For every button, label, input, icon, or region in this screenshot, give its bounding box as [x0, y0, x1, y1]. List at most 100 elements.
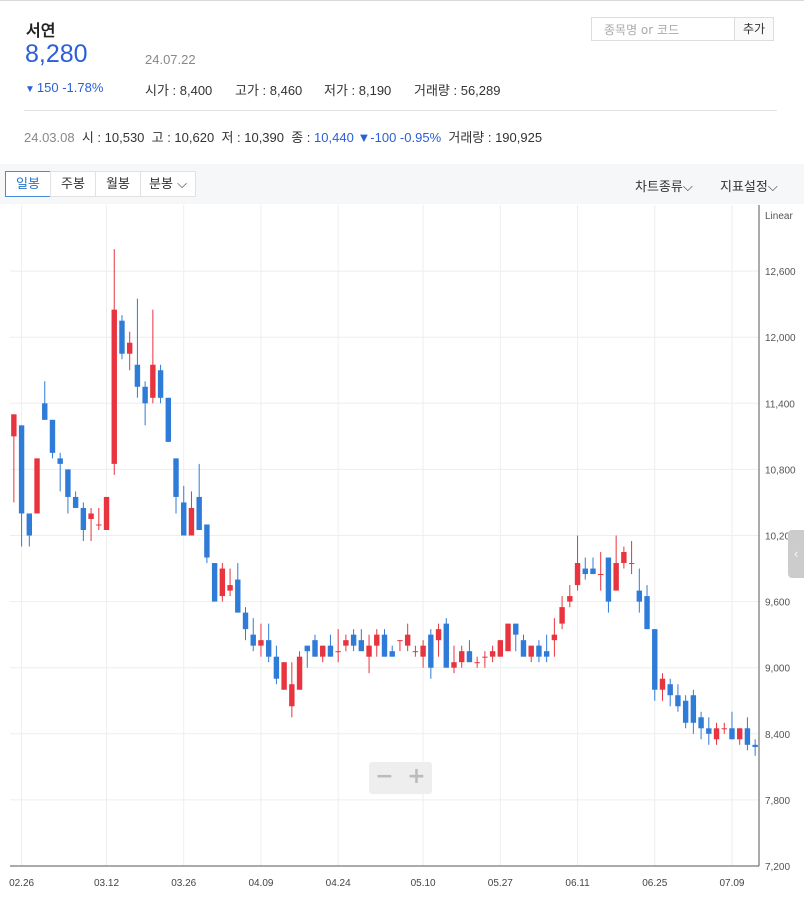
- tab-monthly[interactable]: 월봉: [95, 171, 141, 197]
- candle-body: [536, 645, 542, 657]
- candle-body: [628, 563, 635, 565]
- chart-toolbar: 일봉 주봉 월봉 분봉 ⌵ 차트종류⌵ 지표설정⌵: [0, 164, 804, 204]
- candle-body: [644, 596, 650, 630]
- zoom-in-button[interactable]: +: [401, 764, 432, 789]
- high-price: 고가 : 8,460: [235, 83, 303, 98]
- candle-body: [698, 717, 704, 729]
- y-tick-label: 11,400: [765, 399, 795, 410]
- candle-body: [57, 458, 63, 464]
- add-button[interactable]: 추가: [734, 17, 774, 41]
- stock-name: 서연: [26, 21, 56, 40]
- hover-close: 10,440: [314, 130, 354, 145]
- y-tick-label: 7,200: [765, 862, 790, 873]
- candle-body: [188, 507, 195, 536]
- hover-date: 24.03.08: [24, 130, 75, 145]
- candle-body: [605, 557, 612, 602]
- price-change: ▼ 150 -1.78%: [25, 80, 103, 95]
- y-tick-label: 7,800: [765, 796, 790, 807]
- y-tick-label: 10,800: [765, 465, 796, 476]
- candle-body: [474, 662, 480, 664]
- candle-body: [574, 563, 581, 586]
- search-input[interactable]: 종목명 or 코드: [591, 17, 735, 41]
- candle-body: [304, 645, 310, 652]
- hover-high: 고 : 10,620: [151, 130, 215, 145]
- zoom-out-button[interactable]: −: [369, 764, 400, 789]
- candle-body: [513, 623, 519, 635]
- hover-low: 저 : 10,390: [221, 130, 284, 145]
- candle-body: [443, 623, 449, 668]
- side-panel-toggle[interactable]: ‹: [788, 530, 804, 578]
- indicator-menu[interactable]: 지표설정⌵: [720, 176, 778, 195]
- chart-type-menu[interactable]: 차트종류⌵: [635, 176, 693, 195]
- candle-body: [451, 662, 457, 668]
- candle-body: [652, 629, 658, 690]
- candle-body: [706, 728, 712, 734]
- candle-body: [258, 640, 264, 646]
- hover-open: 시 : 10,530: [81, 130, 145, 145]
- candle-body: [204, 524, 210, 558]
- candle-body: [621, 552, 627, 564]
- candle-body: [242, 612, 249, 630]
- x-tick-label: 05.10: [411, 878, 436, 889]
- candle-body: [482, 656, 488, 658]
- hover-volume: 거래량 : 190,925: [448, 130, 543, 145]
- candle-body: [675, 695, 681, 707]
- tab-daily[interactable]: 일봉: [5, 171, 51, 197]
- y-tick-label: 9,000: [765, 664, 790, 675]
- candle-body: [103, 496, 110, 530]
- hover-candle-info: 24.03.08 시 : 10,530 고 : 10,620 저 : 10,39…: [24, 127, 542, 146]
- candle-body: [119, 320, 125, 354]
- candle-body: [111, 309, 117, 464]
- y-tick-label: 8,400: [765, 730, 790, 741]
- candle-body: [34, 458, 40, 514]
- x-tick-label: 04.09: [248, 878, 273, 889]
- candle-body: [412, 651, 419, 653]
- price-change-value: 150 -1.78%: [36, 80, 104, 95]
- candle-body: [381, 634, 388, 657]
- candle-body: [551, 634, 558, 641]
- chevron-down-icon: ⌵: [682, 180, 693, 195]
- chevron-down-icon: ⌵: [767, 180, 778, 195]
- candle-body: [374, 634, 380, 646]
- tab-weekly[interactable]: 주봉: [50, 171, 96, 197]
- price-date: 24.07.22: [145, 52, 196, 67]
- candle-body: [559, 607, 565, 624]
- candle-body: [250, 634, 256, 646]
- candle-body: [211, 563, 218, 602]
- candle-body: [80, 507, 87, 530]
- candle-body: [582, 568, 588, 575]
- y-tick-label: 12,600: [765, 267, 796, 278]
- x-tick-label: 06.11: [565, 878, 590, 889]
- header-divider: [24, 110, 777, 111]
- tab-minute[interactable]: 분봉 ⌵: [140, 171, 196, 197]
- candle-body: [227, 585, 233, 591]
- candle-body: [404, 634, 411, 646]
- candle-body: [134, 364, 141, 387]
- x-tick-label: 06.25: [642, 878, 667, 889]
- candle-body: [181, 502, 187, 536]
- candle-body: [729, 728, 735, 740]
- candle-body: [327, 645, 334, 657]
- candle-body: [26, 513, 33, 536]
- current-price: 8,280: [25, 40, 88, 68]
- candle-body: [312, 640, 318, 657]
- candle-body: [320, 645, 326, 657]
- candle-body: [459, 651, 465, 663]
- candle-body: [11, 414, 17, 437]
- candle-body: [350, 634, 357, 646]
- candle-body: [435, 629, 442, 641]
- candle-body: [196, 496, 202, 530]
- chevron-down-icon: ⌵: [172, 177, 187, 192]
- x-tick-label: 02.26: [9, 878, 34, 889]
- x-tick-label: 03.12: [94, 878, 119, 889]
- candle-body: [659, 678, 666, 690]
- indicator-label: 지표설정: [720, 180, 768, 195]
- candle-body: [690, 695, 697, 723]
- trade-volume: 거래량 : 56,289: [414, 83, 501, 98]
- candle-body: [289, 684, 295, 707]
- candle-body: [235, 579, 241, 613]
- candle-body: [96, 524, 102, 526]
- x-tick-label: 04.24: [326, 878, 351, 889]
- candle-body: [165, 397, 171, 442]
- candle-body: [88, 513, 94, 519]
